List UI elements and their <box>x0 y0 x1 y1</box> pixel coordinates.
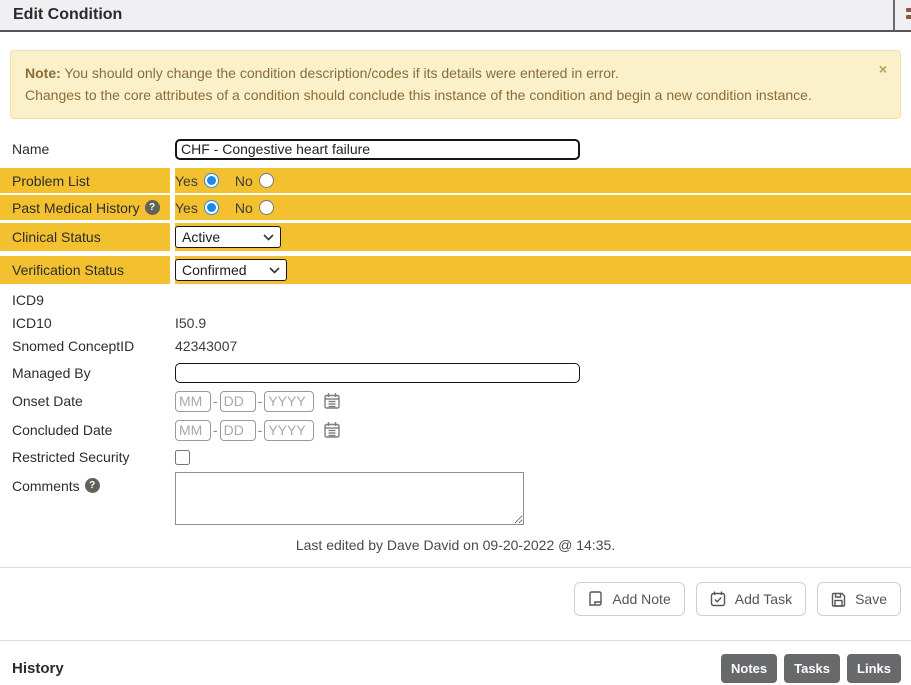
question-icon[interactable]: ? <box>145 200 160 215</box>
managed-by-label: Managed By <box>0 361 170 385</box>
verification-status-label: Verification Status <box>0 256 170 284</box>
clinical-status-row: Clinical Status Active <box>0 223 911 251</box>
concluded-yyyy-input[interactable] <box>264 420 314 441</box>
calendar-check-icon <box>710 591 726 607</box>
icd9-row: ICD9 <box>0 289 911 310</box>
past-medical-history-label: Past Medical History <box>12 200 140 216</box>
page-title: Edit Condition <box>0 6 893 24</box>
save-icon <box>831 592 846 607</box>
menu-icon[interactable] <box>906 8 911 22</box>
date-dash: - <box>258 393 263 409</box>
problem-list-no-label: No <box>235 173 253 189</box>
add-task-button[interactable]: Add Task <box>696 582 806 616</box>
name-row: Name <box>0 135 911 163</box>
verification-status-row: Verification Status Confirmed <box>0 256 911 284</box>
pmh-yes-label: Yes <box>175 200 198 216</box>
icd10-value: I50.9 <box>175 312 911 333</box>
tasks-button[interactable]: Tasks <box>784 654 840 683</box>
action-buttons: Add Note Add Task Save <box>0 568 911 624</box>
chevron-down-icon <box>263 234 274 241</box>
calendar-icon[interactable] <box>323 421 341 439</box>
date-dash: - <box>213 393 218 409</box>
onset-dd-input[interactable] <box>220 391 256 412</box>
clinical-status-select[interactable]: Active <box>175 226 281 248</box>
date-dash: - <box>213 422 218 438</box>
concluded-date-row: Concluded Date - - <box>0 417 911 443</box>
pmh-no-radio[interactable] <box>259 200 274 215</box>
comments-textarea[interactable] <box>175 472 524 525</box>
concluded-dd-input[interactable] <box>220 420 256 441</box>
managed-by-row: Managed By <box>0 361 911 385</box>
links-button[interactable]: Links <box>847 654 901 683</box>
verification-status-select[interactable]: Confirmed <box>175 259 287 281</box>
question-icon[interactable]: ? <box>85 478 100 493</box>
edit-condition-form: Name Problem List Yes No Past Medical Hi… <box>0 135 911 553</box>
header-right-panel <box>895 0 911 30</box>
name-label: Name <box>0 135 170 163</box>
note-icon <box>588 591 603 607</box>
warning-line-2: Changes to the core attributes of a cond… <box>25 84 815 106</box>
history-title: History <box>12 660 64 677</box>
pmh-yes-radio[interactable] <box>204 200 219 215</box>
last-edited-text: Last edited by Dave David on 09-20-2022 … <box>0 537 911 553</box>
snomed-row: Snomed ConceptID 42343007 <box>0 335 911 356</box>
concluded-date-label: Concluded Date <box>0 417 170 443</box>
problem-list-row: Problem List Yes No <box>0 168 911 193</box>
comments-row: Comments ? <box>0 472 911 525</box>
save-button[interactable]: Save <box>817 582 901 616</box>
icd9-value <box>175 289 911 310</box>
icd10-row: ICD10 I50.9 <box>0 312 911 333</box>
titlebar: Edit Condition <box>0 0 911 32</box>
date-dash: - <box>258 422 263 438</box>
clinical-status-label: Clinical Status <box>0 223 170 251</box>
icd10-label: ICD10 <box>0 312 170 333</box>
comments-label: Comments <box>12 478 80 494</box>
name-input[interactable] <box>175 139 580 160</box>
onset-mm-input[interactable] <box>175 391 211 412</box>
snomed-label: Snomed ConceptID <box>0 335 170 356</box>
history-section: History Notes Tasks Links <box>0 641 911 683</box>
add-note-button[interactable]: Add Note <box>574 582 684 616</box>
problem-list-label: Problem List <box>0 168 170 193</box>
snomed-value: 42343007 <box>175 335 911 356</box>
onset-date-row: Onset Date - - <box>0 388 911 414</box>
problem-list-no-radio[interactable] <box>259 173 274 188</box>
onset-date-label: Onset Date <box>0 388 170 414</box>
restricted-security-row: Restricted Security <box>0 446 911 468</box>
notes-button[interactable]: Notes <box>721 654 777 683</box>
close-icon[interactable]: × <box>879 62 887 76</box>
onset-yyyy-input[interactable] <box>264 391 314 412</box>
concluded-mm-input[interactable] <box>175 420 211 441</box>
pmh-no-label: No <box>235 200 253 216</box>
chevron-down-icon <box>269 267 280 274</box>
note-label: Note: <box>25 65 61 81</box>
past-medical-history-row: Past Medical History ? Yes No <box>0 195 911 220</box>
problem-list-yes-label: Yes <box>175 173 198 189</box>
restricted-security-label: Restricted Security <box>0 446 170 468</box>
warning-note: Note: You should only change the conditi… <box>10 50 901 119</box>
restricted-security-checkbox[interactable] <box>175 450 190 465</box>
warning-line-1: Note: You should only change the conditi… <box>25 62 815 84</box>
icd9-label: ICD9 <box>0 289 170 310</box>
problem-list-yes-radio[interactable] <box>204 173 219 188</box>
calendar-icon[interactable] <box>323 392 341 410</box>
managed-by-input[interactable] <box>175 363 580 383</box>
